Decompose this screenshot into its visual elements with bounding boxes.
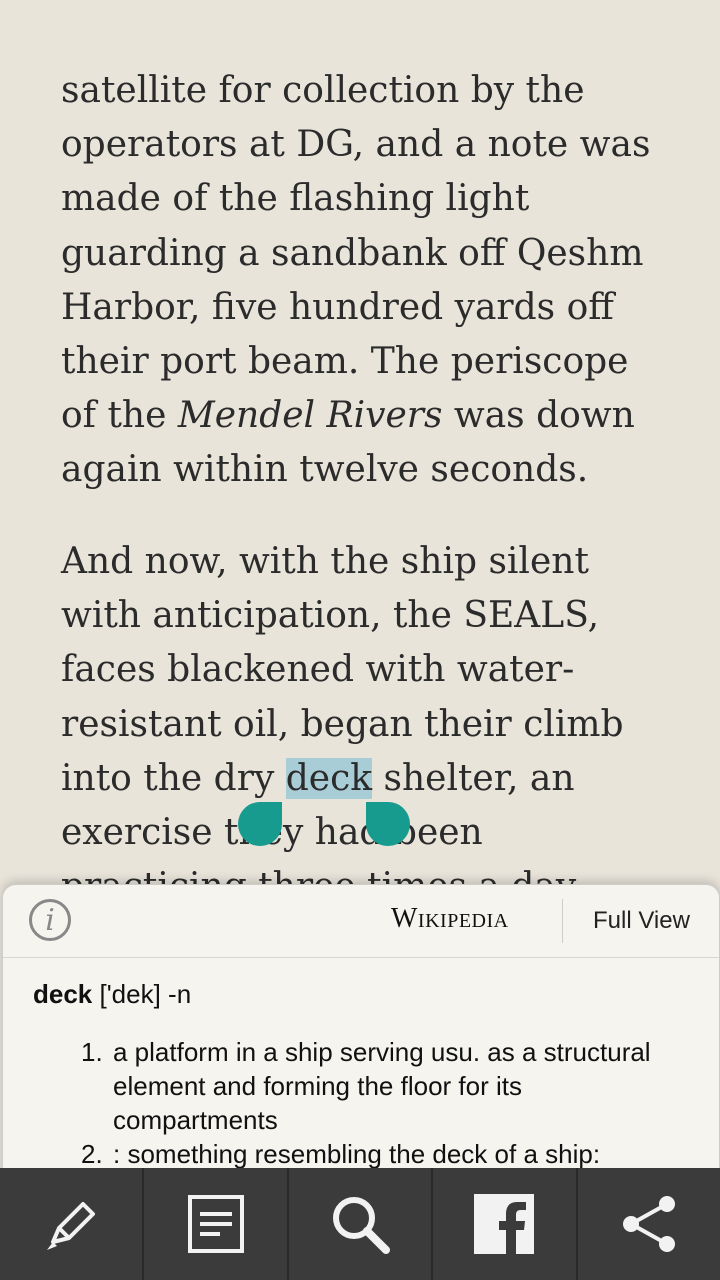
text-line: resistant oil, began their climb <box>61 703 624 745</box>
headword: deck <box>33 979 93 1009</box>
selection-handle-left[interactable] <box>238 802 282 846</box>
definition-item: 2. : something resembling the deck of a s… <box>81 1137 691 1171</box>
text-line: exercise they had been <box>61 811 483 853</box>
notes-icon <box>187 1195 244 1253</box>
definition-headword-line: deck ['dek] -n <box>33 979 191 1010</box>
text-line: with anticipation, the SEALS, <box>61 595 600 637</box>
definition-item: 1. a platform in a ship serving usu. as a… <box>81 1035 691 1137</box>
text-line: Harbor, five hundred yards off <box>61 286 614 328</box>
definition-number: 1. <box>81 1037 103 1067</box>
text-segment: of the <box>61 395 178 437</box>
paragraph-2: And now, with the ship silent with antic… <box>61 535 624 914</box>
text-line: of the Mendel Rivers was down <box>61 389 650 443</box>
info-icon[interactable]: i <box>29 899 71 941</box>
notes-button[interactable] <box>144 1168 289 1280</box>
text-line: satellite for collection by the <box>61 70 585 111</box>
facebook-icon <box>474 1194 535 1254</box>
share-icon <box>622 1196 675 1252</box>
popup-header: i Wikipedia Full View <box>3 885 719 958</box>
definition-list: 1. a platform in a ship serving usu. as a… <box>81 1035 691 1171</box>
header-divider <box>562 899 563 943</box>
bottom-toolbar <box>0 1168 720 1280</box>
text-line: their port beam. The periscope <box>61 340 629 382</box>
dictionary-popup: i Wikipedia Full View deck ['dek] -n 1. a… <box>2 884 720 1176</box>
highlight-button[interactable] <box>0 1168 145 1280</box>
text-segment: was down <box>442 395 635 437</box>
text-segment: into the dry <box>61 757 286 799</box>
selection-handle-right[interactable] <box>366 802 410 846</box>
highlight-icon <box>47 1202 96 1250</box>
text-line: operators at DG, and a note was <box>61 124 651 166</box>
search-button[interactable] <box>289 1168 434 1280</box>
full-view-button[interactable]: Full View <box>593 907 690 935</box>
text-line: faces blackened with water- <box>61 649 575 691</box>
info-icon-glyph: i <box>45 902 55 938</box>
selected-word[interactable]: deck <box>285 757 373 799</box>
share-button[interactable] <box>578 1168 720 1280</box>
text-line: again within twelve seconds. <box>61 449 589 491</box>
text-line: And now, with the ship silent <box>61 541 589 582</box>
search-icon <box>333 1197 391 1254</box>
text-line: into the dry deck shelter, an <box>61 752 624 806</box>
definition-number: 2. <box>81 1139 103 1169</box>
italic-title: Mendel Rivers <box>177 395 443 437</box>
text-line: made of the flashing light <box>61 178 530 220</box>
text-line: guarding a sandbank off Qeshm <box>61 232 644 274</box>
facebook-button[interactable] <box>433 1168 578 1280</box>
definition-text: : something resembling the deck of a shi… <box>113 1139 601 1169</box>
paragraph-1: satellite for collection by the operator… <box>61 64 650 498</box>
wikipedia-button[interactable]: Wikipedia <box>391 903 509 935</box>
pronunciation: ['dek] -n <box>92 979 192 1009</box>
text-segment: shelter, an <box>372 757 575 799</box>
definition-text: a platform in a ship serving usu. as a s… <box>113 1037 651 1135</box>
